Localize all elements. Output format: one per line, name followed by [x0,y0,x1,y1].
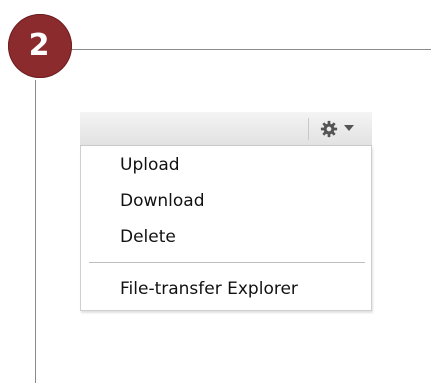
menu-item-download[interactable]: Download [120,190,205,212]
chevron-down-icon [344,125,354,131]
actions-dropdown-menu: Upload Download Delete File-transfer Exp… [80,146,372,311]
panel-left-border [35,80,36,383]
menu-item-upload[interactable]: Upload [120,154,180,176]
tutorial-panel: 2 Upload Download Delete File-transfer E… [0,0,431,383]
menu-divider [89,262,365,263]
step-number-badge: 2 [8,14,72,78]
menu-item-delete[interactable]: Delete [120,226,176,248]
file-toolbar [80,112,372,146]
gear-icon [320,120,338,138]
toolbar-separator [308,118,309,140]
actions-menu-button[interactable] [314,117,368,141]
panel-top-border [66,49,431,50]
menu-item-file-transfer-explorer[interactable]: File-transfer Explorer [120,278,298,300]
